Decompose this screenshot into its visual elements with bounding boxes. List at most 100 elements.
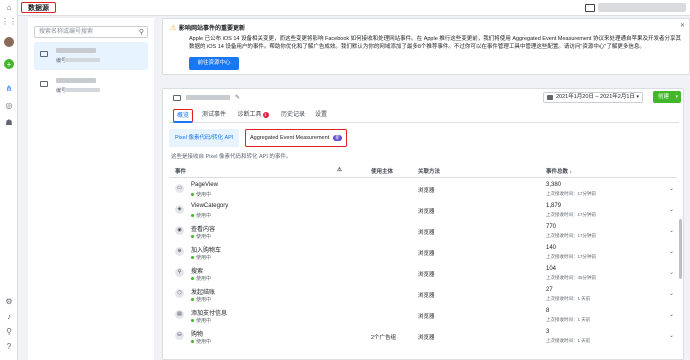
active-dot (191, 277, 194, 281)
active-dot (191, 319, 194, 323)
search-rail-icon[interactable]: ⚲ (4, 326, 14, 336)
event-total: 8 (546, 308, 550, 314)
avatar[interactable] (4, 37, 14, 47)
storefront-icon[interactable] (585, 3, 595, 12)
table-row[interactable]: ⬡ 发起结账 使用中 浏览器 27 上次接收时间：1 天前 ⌄ (169, 284, 677, 305)
scrollbar[interactable] (679, 219, 682, 279)
list-item-id (64, 88, 100, 92)
subtab-pixel[interactable]: Pixel 像素代码/转化 API (169, 129, 240, 147)
chevron-down-icon[interactable]: ⌄ (669, 248, 674, 255)
list-item[interactable]: 编号 (34, 72, 148, 100)
event-total: 770 (546, 224, 557, 230)
chevron-down-icon: ▾ (636, 94, 639, 100)
event-total: 104 (546, 266, 557, 272)
settings-icon[interactable]: ⚙ (4, 296, 14, 306)
event-status: 使用中 (191, 191, 211, 198)
event-method: 浏览器 (418, 314, 435, 320)
new-badge: 新 (333, 135, 342, 141)
account-switcher[interactable] (598, 3, 686, 12)
event-name: 搜索 (191, 269, 204, 275)
data-sources-icon[interactable]: ⋔ (4, 83, 14, 93)
tab-test-events[interactable]: 测试事件 (199, 109, 229, 123)
grid-icon[interactable]: ⋮⋮ (1, 16, 17, 26)
event-status-label: 使用中 (196, 318, 212, 324)
cart-icon: ⊕ (175, 247, 184, 256)
pixel-header: ✎ (173, 94, 240, 101)
resource-center-button[interactable]: 前往资源中心 (189, 57, 239, 70)
tab-settings[interactable]: 设置 (313, 109, 329, 123)
event-last-received: 上次接收时间：17分钟前 (546, 254, 597, 259)
active-dot (191, 340, 194, 344)
event-last-received: 上次接收时间：17分钟前 (546, 212, 597, 217)
search-icon: ⚲ (138, 29, 144, 36)
chevron-down-icon[interactable]: ⌄ (669, 290, 674, 297)
chevron-down-icon[interactable]: ⌄ (669, 185, 674, 192)
event-last-received: 上次接收时间：45分钟前 (546, 275, 597, 280)
event-name: 查看内容 (191, 227, 216, 233)
active-dot (191, 193, 194, 197)
pixel-icon (40, 51, 48, 57)
list-item[interactable]: 编号 (34, 42, 148, 70)
column-header-method[interactable]: 关联方法 (418, 167, 440, 175)
event-name: PageView (191, 182, 218, 188)
main-content: ⚠ 影响网站事件的重要更新 ✕ Apple 已公布 iOS 14 设备相关变更，… (162, 18, 690, 360)
table-row[interactable]: ⚲ 搜索 使用中 浏览器 104 上次接收时间：45分钟前 ⌄ (169, 263, 677, 284)
event-last-received: 上次接收时间：1 天前 (546, 338, 591, 343)
close-icon[interactable]: ✕ (680, 22, 685, 29)
help-icon[interactable]: ? (4, 341, 14, 351)
chevron-down-icon: ▾ (675, 94, 678, 100)
table-row[interactable]: ⛁ 购物 使用中 2个广告组 浏览器 3 上次接收时间：1 天前 ⌄ (169, 326, 677, 347)
search-placeholder: 搜索名称或编号搜索 (39, 29, 94, 35)
column-header-total[interactable]: 事件总数 ↓ (546, 167, 572, 175)
event-status-label: 使用中 (196, 339, 212, 345)
event-status-label: 使用中 (196, 276, 212, 282)
event-last-received: 上次接收时间：17分钟前 (546, 233, 597, 238)
event-status: 使用中 (191, 317, 211, 324)
tab-history[interactable]: 历史记录 (279, 109, 307, 123)
active-dot (191, 256, 194, 260)
bug-icon[interactable]: ☗ (4, 117, 14, 127)
edit-icon[interactable]: ✎ (235, 94, 240, 101)
table-row[interactable]: ◉ 查看内容 使用中 浏览器 770 上次接收时间：17分钟前 ⌄ (169, 221, 677, 242)
pixel-card: ✎ 2021年1月20日 – 2021年2月1日 ▾ 创建 ▾ 概览 测试事件 … (162, 88, 684, 360)
event-status: 使用中 (191, 233, 211, 240)
event-total: 3 (546, 329, 550, 335)
create-button[interactable]: 创建 ▾ (653, 91, 681, 103)
tab-bar: 概览 测试事件 诊断工具 1 历史记录 设置 (169, 109, 679, 123)
event-method: 浏览器 (418, 188, 435, 194)
event-total: 3,380 (546, 182, 562, 188)
add-icon[interactable]: + (4, 59, 14, 69)
tab-overview[interactable]: 概览 (173, 109, 193, 123)
chevron-down-icon[interactable]: ⌄ (669, 269, 674, 276)
search-input[interactable]: 搜索名称或编号搜索 ⚲ (34, 26, 148, 38)
date-range-picker[interactable]: 2021年1月20日 – 2021年2月1日 ▾ (543, 92, 643, 103)
chevron-down-icon[interactable]: ⌄ (669, 311, 674, 318)
event-status-label: 使用中 (196, 297, 212, 303)
subtab-aem-label: Aggregated Event Measurement (250, 135, 330, 141)
event-status-label: 使用中 (196, 255, 212, 261)
event-name: 添加支付信息 (191, 311, 228, 317)
tab-diagnostics[interactable]: 诊断工具 1 (235, 109, 271, 123)
table-row[interactable]: ⊕ 加入购物车 使用中 浏览器 140 上次接收时间：17分钟前 ⌄ (169, 242, 677, 263)
event-status: 使用中 (191, 212, 211, 219)
date-range-label: 2021年1月20日 – 2021年2月1日 (556, 94, 635, 100)
event-status: 使用中 (191, 338, 211, 345)
table-row[interactable]: ◈ ViewCategory 使用中 浏览器 1,879 上次接收时间：17分钟… (169, 200, 677, 221)
event-method: 浏览器 (418, 230, 435, 236)
ads-icon[interactable]: ◎ (4, 100, 14, 110)
pixel-icon (173, 94, 181, 101)
event-used-by: 2个广告组 (371, 335, 397, 341)
subtab-aem[interactable]: Aggregated Event Measurement 新 (245, 129, 347, 147)
table-row[interactable]: ▤ 添加支付信息 使用中 浏览器 8 上次接收时间：1 天前 ⌄ (169, 305, 677, 326)
data-source-list: 搜索名称或编号搜索 ⚲ 编号 编号 (28, 18, 154, 360)
table-row[interactable]: ▭ PageView 使用中 浏览器 3,380 上次接收时间：17分钟前 ⌄ (169, 179, 677, 200)
chevron-down-icon[interactable]: ⌄ (669, 227, 674, 234)
notifications-icon[interactable]: ♪ (4, 311, 14, 321)
event-method: 浏览器 (418, 209, 435, 215)
chevron-down-icon[interactable]: ⌄ (669, 206, 674, 213)
home-icon[interactable]: ⌂ (4, 2, 14, 12)
header-divider (169, 177, 677, 178)
event-status-label: 使用中 (196, 213, 212, 219)
column-header-used-by: 使用主体 (371, 169, 394, 175)
chevron-down-icon[interactable]: ⌄ (669, 332, 674, 339)
